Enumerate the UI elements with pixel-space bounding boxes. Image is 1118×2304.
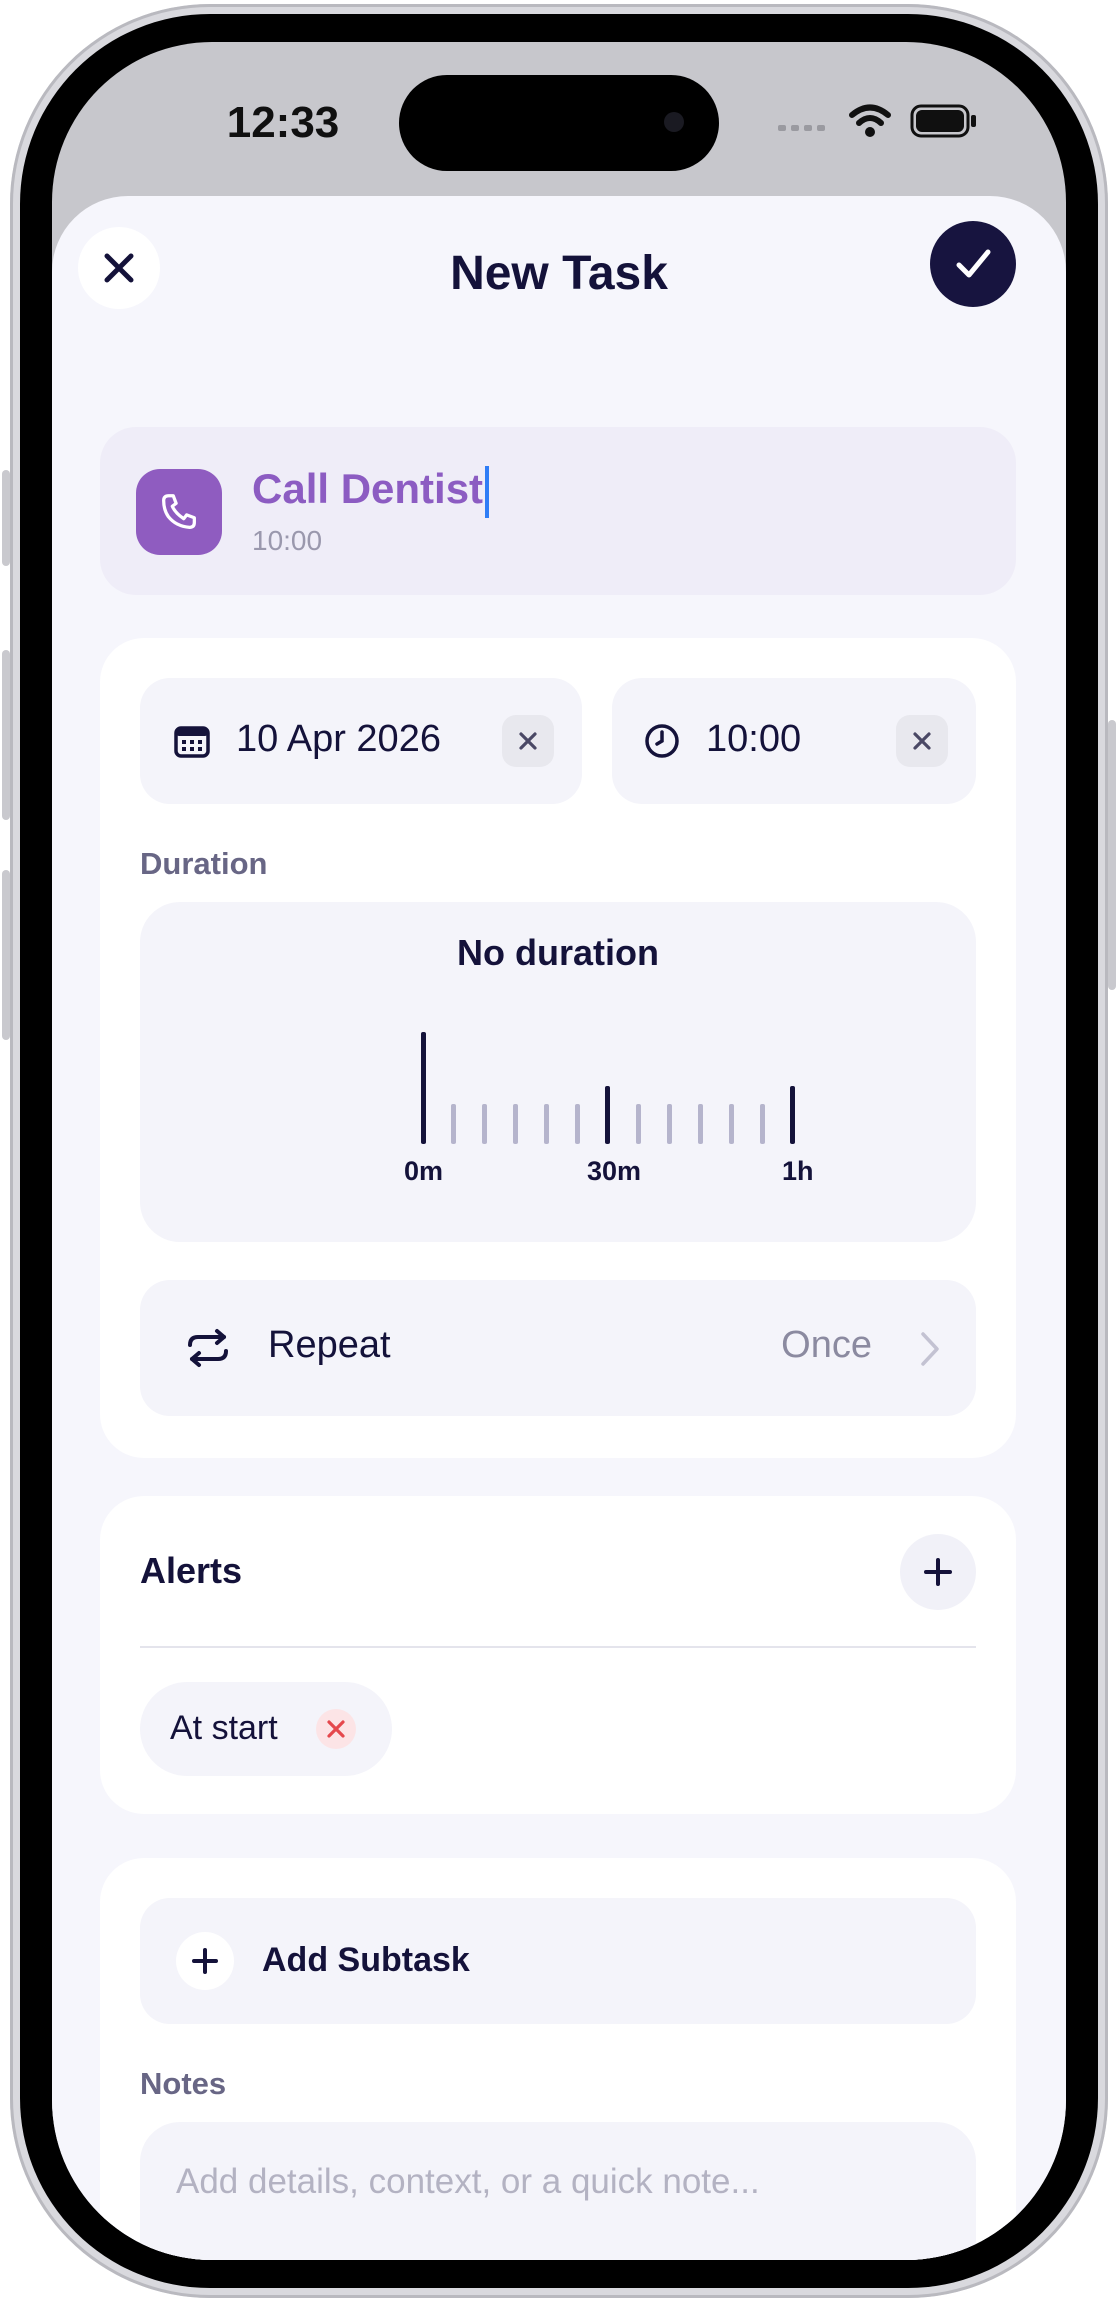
details-card: Add Subtask Notes Add details, context, …: [100, 1858, 1016, 2260]
clear-date-button[interactable]: [502, 715, 554, 767]
notes-input[interactable]: Add details, context, or a quick note...: [140, 2122, 976, 2260]
save-button[interactable]: [930, 221, 1016, 307]
ruler-minor-tick: [760, 1104, 765, 1144]
notes-placeholder: Add details, context, or a quick note...: [176, 2162, 760, 2201]
notes-label: Notes: [140, 2066, 227, 2101]
ruler-tick-label: 0m: [404, 1156, 444, 1186]
phone-icon: [162, 494, 196, 529]
cellular-signal-icon: [778, 120, 828, 131]
ruler-minor-tick: [667, 1104, 672, 1144]
calendar-icon: [174, 726, 210, 758]
ruler-major-tick: [421, 1032, 426, 1144]
time-value: 10:00: [706, 718, 802, 760]
close-icon: [327, 1720, 345, 1738]
repeat-value: Once: [781, 1324, 872, 1366]
plus-icon: [924, 1558, 952, 1586]
add-subtask-plus: [176, 1932, 234, 1990]
clear-time-button[interactable]: [896, 715, 948, 767]
ruler-minor-tick: [698, 1104, 703, 1144]
ruler-major-tick: [790, 1086, 795, 1144]
close-icon: [519, 732, 537, 750]
close-icon: [913, 732, 931, 750]
duration-ruler[interactable]: 0m 30m 1h: [404, 1032, 980, 1186]
task-icon-button[interactable]: [136, 469, 222, 555]
repeat-row[interactable]: Repeat Once: [140, 1280, 976, 1416]
task-title-card[interactable]: Call Dentist 10:00: [100, 427, 1016, 595]
checkmark-icon: [956, 249, 991, 278]
battery-icon: [910, 104, 978, 138]
volume-down-button: [2, 870, 10, 1040]
page-title: New Task: [450, 247, 668, 300]
repeat-label: Repeat: [268, 1324, 391, 1366]
screen: 12:33 New Task Call Dentist 10:00 10 Apr…: [52, 42, 1066, 2260]
clock-icon: [645, 724, 679, 758]
volume-up-button: [2, 650, 10, 820]
text-cursor: [485, 465, 490, 518]
plus-icon: [192, 1948, 218, 1974]
ruler-tick-label: 1h: [782, 1156, 814, 1186]
duration-value: No duration: [457, 932, 659, 973]
duration-label: Duration: [140, 846, 268, 881]
ruler-minor-tick: [451, 1104, 456, 1144]
alert-chip-label: At start: [170, 1709, 278, 1747]
mute-switch: [2, 470, 10, 566]
date-picker[interactable]: 10 Apr 2026: [140, 678, 582, 804]
task-time-label: 10:00: [252, 525, 323, 556]
power-button: [1108, 720, 1116, 990]
add-subtask-button[interactable]: Add Subtask: [140, 1898, 976, 2024]
ruler-minor-tick: [575, 1104, 580, 1144]
schedule-card: 10 Apr 2026 10:00 Duration No duration 0…: [100, 638, 1016, 1458]
alerts-title: Alerts: [140, 1550, 243, 1591]
time-picker[interactable]: 10:00: [612, 678, 976, 804]
task-name-input[interactable]: Call Dentist: [252, 465, 490, 518]
status-time: 12:33: [226, 98, 340, 147]
new-task-sheet: New Task Call Dentist 10:00 10 Apr 2026 …: [52, 196, 1066, 2260]
repeat-icon: [188, 1329, 228, 1367]
chevron-right-icon: [921, 1332, 939, 1366]
alerts-card: Alerts At start: [100, 1496, 1016, 1814]
ruler-tick-label: 30m: [587, 1156, 642, 1186]
alert-chip[interactable]: At start: [140, 1682, 392, 1776]
ruler-minor-tick: [636, 1104, 641, 1144]
ruler-minor-tick: [513, 1104, 518, 1144]
front-camera: [664, 112, 684, 132]
ruler-minor-tick: [482, 1104, 487, 1144]
ruler-major-tick: [605, 1086, 610, 1144]
remove-alert-button[interactable]: [316, 1709, 356, 1749]
duration-picker[interactable]: No duration 0m 30m 1h: [140, 902, 976, 1242]
wifi-icon: [848, 102, 892, 138]
add-subtask-label: Add Subtask: [262, 1941, 470, 1979]
date-value: 10 Apr 2026: [236, 718, 441, 760]
add-alert-button[interactable]: [900, 1534, 976, 1610]
divider: [140, 1646, 976, 1648]
ruler-minor-tick: [544, 1104, 549, 1144]
ruler-minor-tick: [729, 1104, 734, 1144]
